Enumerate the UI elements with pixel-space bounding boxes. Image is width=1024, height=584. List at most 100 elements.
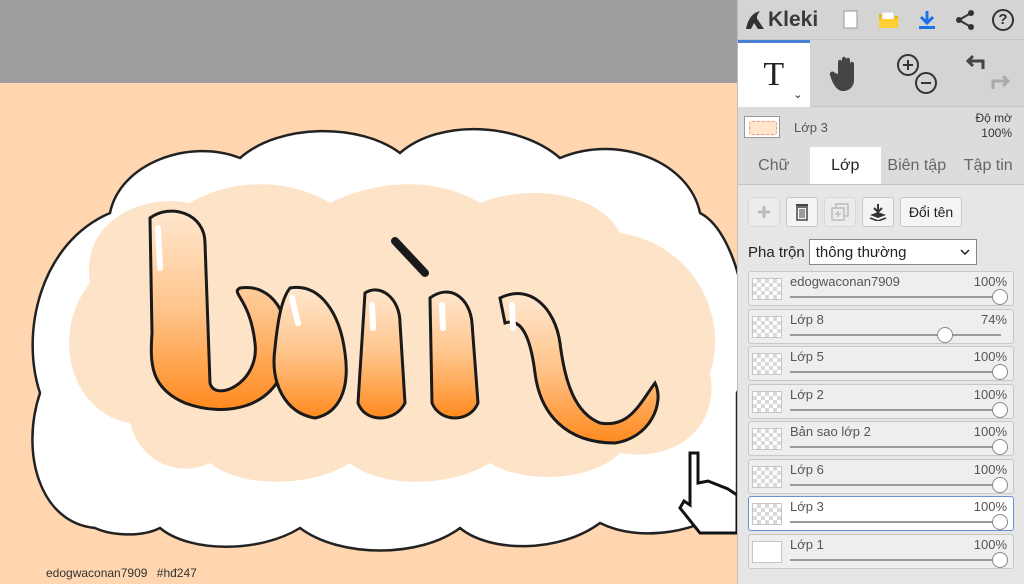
- text-tool-button[interactable]: T ⌄: [738, 40, 810, 107]
- layer-name: Lớp 2: [790, 386, 824, 402]
- layer-opacity: 100%: [973, 349, 1007, 364]
- redo-icon[interactable]: [991, 74, 1011, 89]
- layer-opacity-handle[interactable]: [936, 326, 953, 343]
- panel-tabs: Chữ Lớp Biên tập Tập tin: [738, 147, 1024, 185]
- duplicate-layer-button[interactable]: [824, 197, 856, 227]
- open-folder-icon[interactable]: [870, 1, 908, 39]
- tab-file[interactable]: Tập tin: [953, 147, 1024, 184]
- active-layer-opacity: Độ mờ 100%: [975, 111, 1012, 141]
- share-icon[interactable]: [946, 1, 984, 39]
- artwork-drawing: [31, 128, 737, 552]
- layer-opacity-handle[interactable]: [992, 551, 1008, 568]
- layer-opacity-slider[interactable]: [790, 521, 1001, 523]
- layer-name: Lớp 8: [790, 311, 824, 327]
- zoom-out-icon[interactable]: [914, 71, 937, 94]
- app-logo[interactable]: Kleki: [744, 8, 832, 32]
- layer-opacity-slider[interactable]: [790, 333, 1001, 336]
- merge-down-icon: [869, 204, 887, 221]
- text-tool-icon: T: [763, 56, 785, 93]
- blend-mode-select[interactable]: thông thường: [808, 239, 977, 265]
- active-layer-row: Lớp 3 Độ mờ 100%: [738, 107, 1024, 147]
- layer-opacity: 100%: [973, 461, 1007, 477]
- layer-item[interactable]: Lớp 6 100%: [748, 458, 1014, 494]
- blend-mode-label: Pha trộn: [748, 243, 805, 261]
- layer-name: Bản sao lớp 2: [790, 424, 871, 439]
- layer-thumbnail: [752, 465, 782, 488]
- help-icon[interactable]: ?: [984, 1, 1022, 39]
- watermark: edogwaconan7909 #hđ247: [46, 566, 197, 580]
- trash-icon: [796, 204, 808, 221]
- layer-opacity: 100%: [973, 386, 1007, 402]
- download-icon[interactable]: [908, 1, 946, 39]
- add-layer-button[interactable]: [748, 197, 780, 227]
- opacity-label: Độ mờ: [975, 111, 1012, 125]
- watermark-tag: #hđ247: [156, 566, 197, 580]
- layer-opacity-handle[interactable]: [992, 476, 1008, 493]
- layer-opacity: 74%: [980, 311, 1007, 327]
- app-name: Kleki: [768, 7, 819, 31]
- layer-opacity-handle[interactable]: [992, 514, 1008, 530]
- layer-item[interactable]: Lớp 1 100%: [748, 533, 1014, 569]
- layer-opacity-handle[interactable]: [992, 289, 1008, 305]
- layer-thumbnail: [752, 503, 782, 525]
- tab-text[interactable]: Chữ: [738, 147, 810, 184]
- layer-item[interactable]: Lớp 5 100%: [748, 346, 1014, 381]
- layer-opacity: 100%: [973, 274, 1007, 289]
- blend-mode-value: thông thường: [815, 243, 907, 261]
- rename-layer-button[interactable]: Đổi tên: [900, 197, 962, 227]
- active-layer-name: Lớp 3: [794, 119, 828, 135]
- tab-edit[interactable]: Biên tập: [881, 147, 953, 184]
- tab-layers[interactable]: Lớp: [809, 147, 881, 184]
- canvas-area[interactable]: edogwaconan7909 #hđ247: [0, 0, 737, 584]
- layer-opacity-slider[interactable]: [790, 558, 1001, 561]
- layer-toolbar: Đổi tên: [738, 185, 1024, 233]
- layer-name: Lớp 3: [790, 499, 824, 514]
- layer-name: Lớp 6: [790, 461, 824, 477]
- duplicate-icon: [831, 203, 849, 221]
- watermark-user: edogwaconan7909: [46, 566, 148, 580]
- layer-opacity-slider[interactable]: [790, 446, 1001, 448]
- undo-icon[interactable]: [966, 54, 985, 69]
- new-file-icon[interactable]: [832, 1, 870, 39]
- layer-opacity-slider[interactable]: [790, 296, 1001, 298]
- active-layer-thumbnail: [744, 116, 780, 138]
- layer-thumbnail: [752, 278, 782, 300]
- right-panel: Kleki ? T ⌄ Lớp 3 Độ mờ 100% Chữ Lớp Biê…: [737, 0, 1024, 584]
- layer-thumbnail: [752, 353, 782, 375]
- chevron-down-icon[interactable]: ⌄: [793, 88, 802, 101]
- layer-opacity-slider[interactable]: [790, 483, 1001, 486]
- layer-thumbnail: [752, 390, 782, 413]
- layer-opacity-handle[interactable]: [992, 401, 1008, 418]
- layer-opacity-handle[interactable]: [992, 364, 1008, 380]
- layer-opacity: 100%: [973, 424, 1007, 439]
- layer-item[interactable]: Bản sao lớp 2 100%: [748, 421, 1014, 456]
- zoom-controls: [881, 40, 953, 107]
- merge-down-button[interactable]: [862, 197, 894, 227]
- kleki-logo-icon: [746, 10, 764, 29]
- layer-item[interactable]: Lớp 3 100%: [748, 496, 1014, 531]
- layer-item[interactable]: Lớp 8 74%: [748, 308, 1014, 344]
- layer-item[interactable]: Lớp 2 100%: [748, 383, 1014, 419]
- help-glyph: ?: [998, 11, 1008, 28]
- layer-opacity: 100%: [973, 499, 1007, 514]
- tool-row: T ⌄: [738, 40, 1024, 107]
- layer-list: edogwaconan7909 100% Lớp 8 74% Lớp 5 100% Lớp …: [738, 271, 1024, 584]
- blend-mode-row: Pha trộn thông thường: [738, 233, 1024, 271]
- layer-opacity-slider[interactable]: [790, 371, 1001, 373]
- hand-tool-button[interactable]: [810, 40, 882, 107]
- chevron-down-icon: [960, 249, 970, 255]
- layer-opacity-slider[interactable]: [790, 408, 1001, 411]
- layer-opacity-handle[interactable]: [992, 439, 1008, 455]
- plus-icon: [758, 206, 770, 218]
- zoom-in-icon[interactable]: [896, 53, 919, 76]
- artwork-canvas[interactable]: edogwaconan7909 #hđ247: [0, 83, 737, 584]
- opacity-value: 100%: [981, 126, 1012, 140]
- top-toolbar: Kleki ?: [738, 0, 1024, 40]
- layer-name: Lớp 1: [790, 536, 824, 552]
- layer-thumbnail: [752, 428, 782, 450]
- layer-opacity: 100%: [973, 536, 1007, 552]
- layer-item[interactable]: edogwaconan7909 100%: [748, 271, 1014, 306]
- layer-thumbnail: [752, 540, 782, 563]
- delete-layer-button[interactable]: [786, 197, 818, 227]
- hand-icon: [830, 56, 855, 91]
